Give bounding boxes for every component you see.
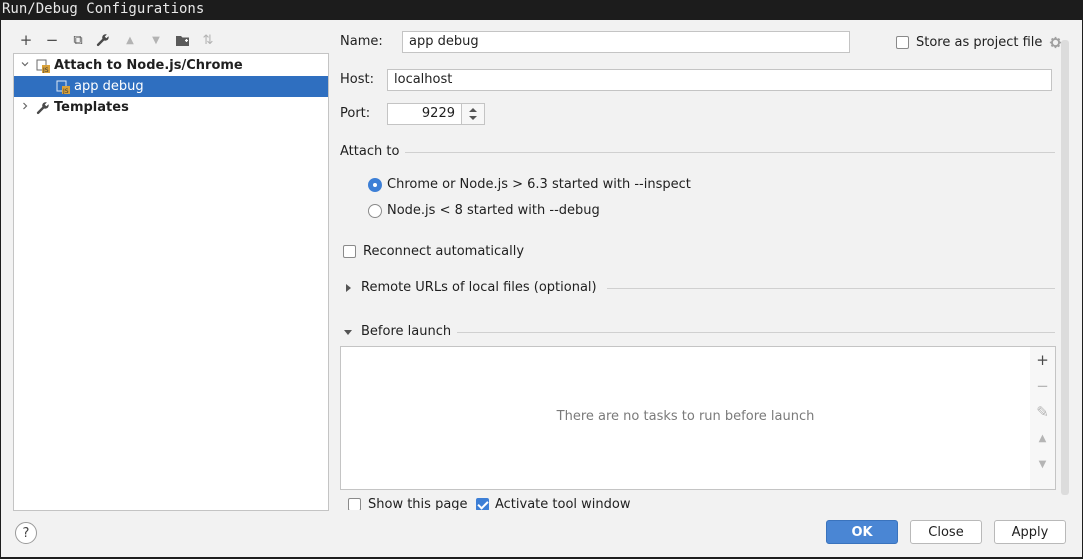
sort-configurations-button[interactable]: ⇅ [198,30,218,50]
reconnect-checkbox[interactable] [343,245,356,258]
help-icon: ? [22,525,30,541]
copy-icon: ⧉ [73,32,83,48]
attach-debug-label: Node.js < 8 started with --debug [387,203,600,218]
name-label: Name: [340,34,383,49]
move-task-down-button[interactable]: ▼ [1030,452,1055,476]
arrow-down-icon: ▼ [152,34,160,46]
before-launch-task-list[interactable]: There are no tasks to run before launch [340,346,1031,490]
stepper-arrows-icon [469,108,477,120]
form-scrollbar[interactable] [1061,40,1069,495]
chevron-down-icon[interactable] [18,60,32,71]
arrow-up-icon: ▲ [1038,432,1047,444]
activate-tool-window-label: Activate tool window [495,497,631,510]
attach-debug-radio[interactable] [368,204,382,218]
name-field[interactable]: app debug [402,31,850,53]
tree-item-label: Templates [54,100,129,115]
minus-icon: − [45,31,59,49]
move-down-button[interactable]: ▼ [146,30,166,50]
apply-button[interactable]: Apply [994,520,1066,544]
empty-tasks-message: There are no tasks to run before launch [556,409,815,424]
activate-tool-window-checkbox[interactable] [476,498,489,510]
tree-item-app-debug[interactable]: JS app debug [14,76,328,97]
collapse-before-launch-icon[interactable] [344,330,352,335]
tree-item-attach-nodejs[interactable]: JS Attach to Node.js/Chrome [14,55,328,76]
svg-text:JS: JS [62,88,69,94]
help-button[interactable]: ? [15,522,37,544]
attach-inspect-radio[interactable] [368,178,382,192]
divider [457,332,1055,333]
copy-configuration-button[interactable]: ⧉ [68,30,88,50]
expand-remote-urls-icon[interactable] [346,284,351,292]
remote-urls-heading[interactable]: Remote URLs of local files (optional) [361,280,597,295]
configuration-tree[interactable]: JS Attach to Node.js/Chrome JS app debug… [13,53,329,511]
host-label: Host: [340,72,374,87]
edit-defaults-button[interactable] [93,30,113,50]
show-this-page-label: Show this page [368,497,468,510]
move-up-button[interactable]: ▲ [120,30,140,50]
nodejs-config-icon: JS [56,80,70,95]
launch-options-row: Show this page Activate tool window [340,496,1062,510]
before-launch-heading[interactable]: Before launch [361,324,451,339]
ok-button[interactable]: OK [826,520,898,544]
tree-item-label: app debug [74,79,144,94]
divider [607,288,1055,289]
move-into-folder-button[interactable] [172,30,192,50]
before-launch-tools: + − ✎ ▲ ▼ [1030,346,1056,490]
add-configuration-button[interactable]: + [16,30,36,50]
store-as-project-file-checkbox[interactable] [896,36,909,49]
divider [405,152,1055,153]
show-this-page-checkbox[interactable] [348,498,361,510]
attach-inspect-label: Chrome or Node.js > 6.3 started with --i… [387,177,691,192]
move-task-up-button[interactable]: ▲ [1030,426,1055,450]
nodejs-config-icon: JS [36,59,50,74]
port-label: Port: [340,106,371,121]
arrow-up-icon: ▲ [126,34,134,46]
store-as-project-file-label: Store as project file [916,35,1043,50]
plus-icon: + [1036,351,1049,369]
svg-text:JS: JS [42,67,49,73]
wrench-icon [96,34,109,47]
folder-icon [175,35,189,46]
arrow-down-icon: ▼ [1038,458,1047,470]
tree-item-templates[interactable]: Templates [14,97,328,118]
port-stepper[interactable] [461,103,485,125]
add-task-button[interactable]: + [1030,348,1055,372]
remove-task-button[interactable]: − [1030,374,1055,398]
tree-item-label: Attach to Node.js/Chrome [54,58,243,73]
pencil-icon: ✎ [1036,403,1049,421]
run-debug-dialog: + − ⧉ ▲ ▼ ⇅ JS Attach to Node.js/Chrome … [1,20,1082,557]
close-button[interactable]: Close [910,520,982,544]
attach-to-heading: Attach to [340,144,400,159]
wrench-icon [36,101,50,115]
sort-icon: ⇅ [202,32,214,48]
port-field[interactable]: 9229 [387,103,462,125]
plus-icon: + [19,31,33,49]
remove-configuration-button[interactable]: − [42,30,62,50]
window-title: Run/Debug Configurations [0,0,1083,20]
chevron-right-icon[interactable] [18,102,32,113]
reconnect-label: Reconnect automatically [363,244,525,259]
edit-task-button[interactable]: ✎ [1030,400,1055,424]
minus-icon: − [1036,377,1049,395]
host-field[interactable]: localhost [387,69,1052,91]
